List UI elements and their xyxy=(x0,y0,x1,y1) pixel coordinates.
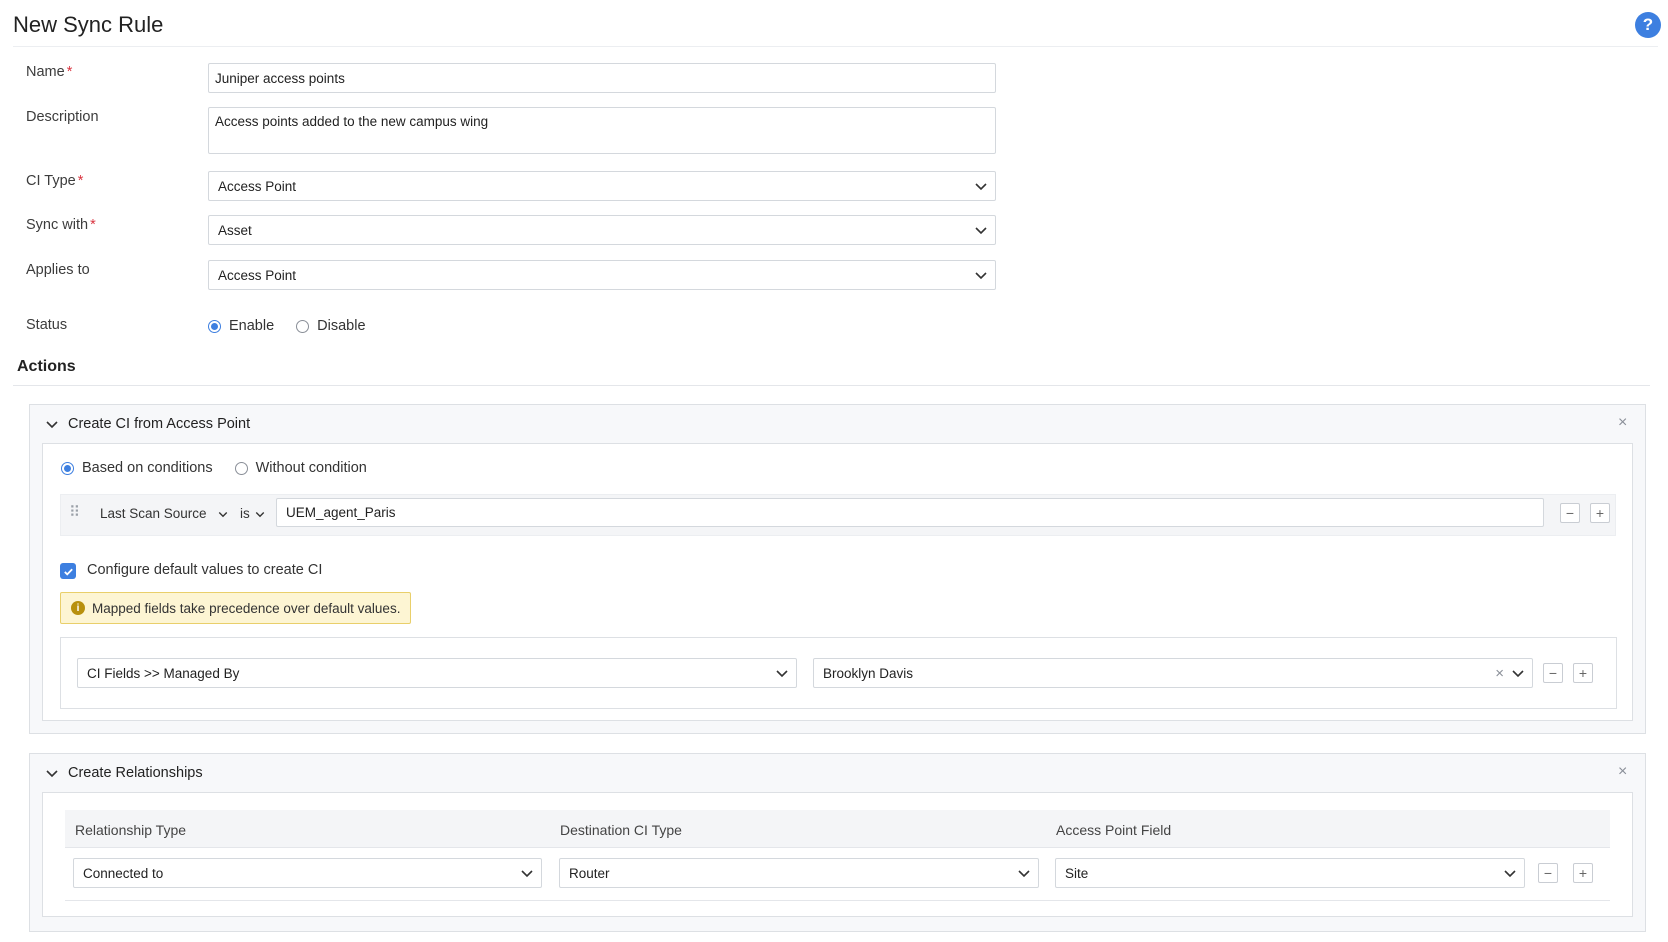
chevron-down-icon xyxy=(1504,870,1516,878)
remove-relationship-button[interactable]: − xyxy=(1538,863,1558,883)
status-disable-radio[interactable] xyxy=(296,319,310,333)
chevron-down-icon xyxy=(46,770,58,778)
required-marker: * xyxy=(66,64,73,80)
condition-operator-select[interactable]: is xyxy=(240,506,266,521)
applies-to-value: Access Point xyxy=(218,267,297,283)
name-label: Name * xyxy=(26,64,72,80)
chevron-down-icon xyxy=(218,511,227,517)
sync-with-label: Sync with * xyxy=(26,217,96,233)
checkmark-icon xyxy=(63,568,73,576)
chevron-down-icon xyxy=(776,670,788,678)
remove-condition-button[interactable]: − xyxy=(1560,503,1580,523)
status-enable-label[interactable]: Enable xyxy=(229,318,274,334)
info-icon: i xyxy=(71,601,85,615)
precedence-note-text: Mapped fields take precedence over defau… xyxy=(92,600,401,616)
access-point-field-select[interactable]: Site xyxy=(1055,858,1525,888)
required-marker: * xyxy=(90,217,96,233)
without-condition-label[interactable]: Without condition xyxy=(256,460,367,476)
sync-with-select[interactable]: Asset xyxy=(208,215,996,245)
remove-default-value-button[interactable]: − xyxy=(1543,663,1563,683)
condition-field-select[interactable]: Last Scan Source xyxy=(100,506,229,521)
actions-heading: Actions xyxy=(17,358,76,375)
configure-default-values-checkbox[interactable] xyxy=(60,563,76,579)
status-radio-group: Enable Disable xyxy=(208,318,380,334)
relationships-table-header xyxy=(65,810,1610,848)
default-field-select[interactable]: CI Fields >> Managed By xyxy=(77,658,797,688)
applies-to-select[interactable]: Access Point xyxy=(208,260,996,290)
relationship-type-select[interactable]: Connected to xyxy=(73,858,542,888)
page-title: New Sync Rule xyxy=(13,12,164,37)
close-icon[interactable]: × xyxy=(1618,763,1627,781)
ci-type-select[interactable]: Access Point xyxy=(208,171,996,201)
description-textarea[interactable]: Access points added to the new campus wi… xyxy=(208,107,996,154)
applies-to-label: Applies to xyxy=(26,262,90,278)
status-disable-label[interactable]: Disable xyxy=(317,318,365,334)
name-input-value: Juniper access points xyxy=(215,70,345,86)
name-label-text: Name xyxy=(26,64,65,80)
column-header-relationship-type: Relationship Type xyxy=(75,822,187,838)
precedence-note: i Mapped fields take precedence over def… xyxy=(60,592,412,624)
condition-operator-value: is xyxy=(240,506,250,521)
add-relationship-button[interactable]: + xyxy=(1573,863,1593,883)
chevron-down-icon xyxy=(1018,870,1030,878)
chevron-down-icon xyxy=(521,870,533,878)
chevron-down-icon xyxy=(975,272,987,280)
name-input[interactable]: Juniper access points xyxy=(208,63,996,93)
chevron-down-icon xyxy=(255,511,264,517)
drag-handle-icon[interactable]: ⠿ xyxy=(69,503,80,521)
required-marker: * xyxy=(77,173,84,189)
help-icon[interactable]: ? xyxy=(1635,12,1661,38)
create-relationships-panel-title: Create Relationships xyxy=(68,765,203,781)
condition-mode-radio-group: Based on conditions Without condition xyxy=(61,460,381,476)
clear-icon[interactable]: × xyxy=(1495,665,1504,682)
create-ci-panel-header[interactable]: Create CI from Access Point xyxy=(44,416,250,432)
sync-with-label-text: Sync with xyxy=(26,217,89,233)
description-label: Description xyxy=(26,109,99,125)
add-condition-button[interactable]: + xyxy=(1590,503,1610,523)
create-relationships-panel-header[interactable]: Create Relationships xyxy=(44,765,203,781)
default-value-text: Brooklyn Davis xyxy=(823,665,914,681)
ci-type-label-text: CI Type xyxy=(26,173,76,189)
close-icon[interactable]: × xyxy=(1618,414,1627,432)
destination-ci-type-value: Router xyxy=(569,865,610,881)
chevron-down-icon xyxy=(1512,670,1524,678)
default-value-select[interactable]: Brooklyn Davis × xyxy=(813,658,1533,688)
based-on-conditions-label[interactable]: Based on conditions xyxy=(82,460,213,476)
without-condition-radio[interactable] xyxy=(234,461,248,475)
chevron-down-icon xyxy=(46,421,58,429)
create-ci-panel-title: Create CI from Access Point xyxy=(68,416,251,432)
relationship-type-value: Connected to xyxy=(83,865,164,881)
ci-type-value: Access Point xyxy=(218,178,297,194)
condition-value-text: UEM_agent_Paris xyxy=(286,505,396,520)
condition-field-value: Last Scan Source xyxy=(100,506,207,521)
sync-with-value: Asset xyxy=(218,222,252,238)
column-header-access-point-field: Access Point Field xyxy=(1056,822,1172,838)
destination-ci-type-select[interactable]: Router xyxy=(559,858,1039,888)
based-on-conditions-radio[interactable] xyxy=(61,461,74,475)
default-value-controls: × xyxy=(1495,665,1526,682)
chevron-down-icon xyxy=(975,183,987,191)
column-header-destination-ci-type: Destination CI Type xyxy=(560,822,682,838)
status-enable-radio[interactable] xyxy=(208,319,221,333)
add-default-value-button[interactable]: + xyxy=(1573,663,1593,683)
chevron-down-icon xyxy=(975,227,987,235)
description-value: Access points added to the new campus wi… xyxy=(215,114,489,129)
title-divider xyxy=(13,46,1658,47)
actions-divider xyxy=(13,385,1650,386)
status-label: Status xyxy=(26,317,68,333)
access-point-field-value: Site xyxy=(1065,865,1089,881)
condition-value-input[interactable]: UEM_agent_Paris xyxy=(276,498,1544,527)
ci-type-label: CI Type * xyxy=(26,173,83,189)
relationships-row-divider xyxy=(65,900,1610,901)
default-field-value: CI Fields >> Managed By xyxy=(87,665,240,681)
configure-default-values-label[interactable]: Configure default values to create CI xyxy=(87,562,322,578)
